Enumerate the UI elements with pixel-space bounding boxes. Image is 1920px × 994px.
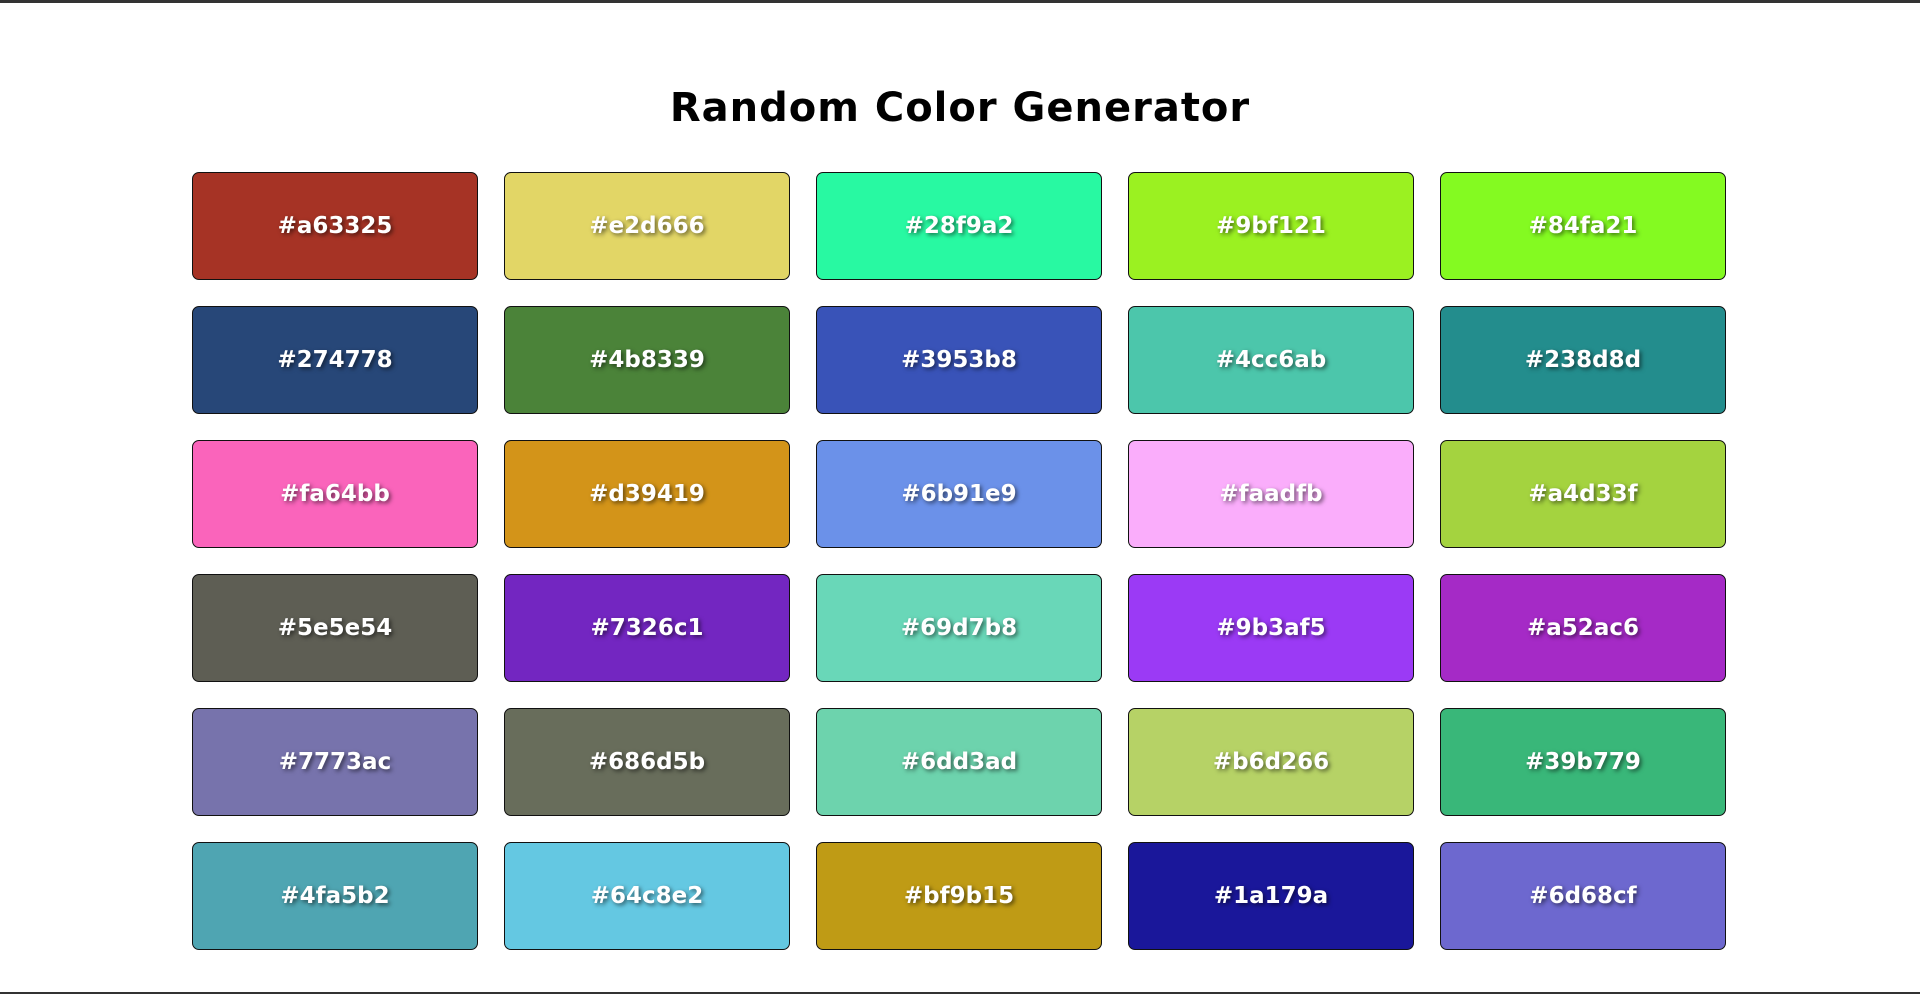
- swatch-hex-label: #9bf121: [1216, 213, 1326, 239]
- swatch-hex-label: #3953b8: [901, 347, 1017, 373]
- color-swatch[interactable]: #69d7b8: [816, 574, 1102, 682]
- color-swatch[interactable]: #9bf121: [1128, 172, 1414, 280]
- swatch-hex-label: #a4d33f: [1528, 481, 1638, 507]
- swatch-hex-label: #274778: [277, 347, 393, 373]
- color-swatch[interactable]: #7326c1: [504, 574, 790, 682]
- color-swatch[interactable]: #3953b8: [816, 306, 1102, 414]
- swatch-hex-label: #39b779: [1525, 749, 1641, 775]
- color-swatch[interactable]: #39b779: [1440, 708, 1726, 816]
- color-swatch[interactable]: #b6d266: [1128, 708, 1414, 816]
- swatch-hex-label: #b6d266: [1212, 749, 1330, 775]
- color-swatch[interactable]: #28f9a2: [816, 172, 1102, 280]
- swatch-hex-label: #6b91e9: [901, 481, 1017, 507]
- swatch-hex-label: #a63325: [277, 213, 393, 239]
- swatch-hex-label: #7773ac: [278, 749, 392, 775]
- swatch-hex-label: #6dd3ad: [900, 749, 1018, 775]
- swatch-hex-label: #1a179a: [1213, 883, 1329, 909]
- color-swatch[interactable]: #6b91e9: [816, 440, 1102, 548]
- color-swatch[interactable]: #faadfb: [1128, 440, 1414, 548]
- color-swatch[interactable]: #4fa5b2: [192, 842, 478, 950]
- color-swatch[interactable]: #e2d666: [504, 172, 790, 280]
- color-swatch[interactable]: #4cc6ab: [1128, 306, 1414, 414]
- page-title: Random Color Generator: [669, 85, 1251, 131]
- swatch-hex-label: #84fa21: [1528, 213, 1638, 239]
- color-swatch[interactable]: #bf9b15: [816, 842, 1102, 950]
- swatch-hex-label: #28f9a2: [904, 213, 1014, 239]
- swatch-hex-label: #686d5b: [588, 749, 706, 775]
- swatch-hex-label: #69d7b8: [900, 615, 1018, 641]
- swatch-hex-label: #6d68cf: [1529, 883, 1637, 909]
- color-swatch[interactable]: #a52ac6: [1440, 574, 1726, 682]
- color-swatch[interactable]: #1a179a: [1128, 842, 1414, 950]
- color-swatch[interactable]: #686d5b: [504, 708, 790, 816]
- top-border: [0, 0, 1920, 3]
- swatch-hex-label: #4cc6ab: [1215, 347, 1327, 373]
- color-swatch[interactable]: #238d8d: [1440, 306, 1726, 414]
- swatch-hex-label: #9b3af5: [1216, 615, 1326, 641]
- color-swatch[interactable]: #a63325: [192, 172, 478, 280]
- color-swatch[interactable]: #274778: [192, 306, 478, 414]
- swatch-hex-label: #bf9b15: [903, 883, 1015, 909]
- swatch-hex-label: #fa64bb: [280, 481, 390, 507]
- swatch-hex-label: #64c8e2: [590, 883, 704, 909]
- color-swatch[interactable]: #9b3af5: [1128, 574, 1414, 682]
- color-grid: #a63325 #e2d666 #28f9a2 #9bf121 #84fa21 …: [192, 172, 1728, 950]
- color-swatch[interactable]: #a4d33f: [1440, 440, 1726, 548]
- swatch-hex-label: #faadfb: [1219, 481, 1323, 507]
- color-swatch[interactable]: #6dd3ad: [816, 708, 1102, 816]
- color-swatch[interactable]: #84fa21: [1440, 172, 1726, 280]
- color-swatch[interactable]: #fa64bb: [192, 440, 478, 548]
- color-swatch[interactable]: #6d68cf: [1440, 842, 1726, 950]
- swatch-hex-label: #4b8339: [589, 347, 705, 373]
- swatch-hex-label: #5e5e54: [277, 615, 393, 641]
- swatch-hex-label: #7326c1: [590, 615, 704, 641]
- color-swatch[interactable]: #7773ac: [192, 708, 478, 816]
- swatch-hex-label: #4fa5b2: [280, 883, 390, 909]
- color-swatch[interactable]: #d39419: [504, 440, 790, 548]
- swatch-hex-label: #e2d666: [589, 213, 705, 239]
- color-swatch[interactable]: #4b8339: [504, 306, 790, 414]
- swatch-hex-label: #d39419: [589, 481, 705, 507]
- color-swatch[interactable]: #5e5e54: [192, 574, 478, 682]
- swatch-hex-label: #238d8d: [1524, 347, 1642, 373]
- swatch-hex-label: #a52ac6: [1527, 615, 1639, 641]
- color-swatch[interactable]: #64c8e2: [504, 842, 790, 950]
